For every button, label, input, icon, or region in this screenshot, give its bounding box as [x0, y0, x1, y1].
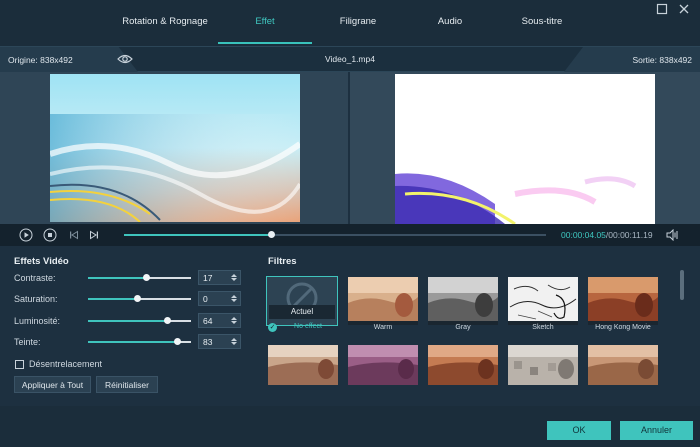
info-bar: Origine: 838x492 Video_1.mp4 Sortie: 838… [0, 46, 700, 72]
close-icon[interactable] [677, 3, 691, 17]
progress-handle[interactable] [268, 231, 275, 238]
filter-tile-sketch[interactable] [508, 277, 578, 325]
contrast-spinbox[interactable]: 17 [198, 270, 241, 285]
apply-all-button[interactable]: Appliquer à Tout [14, 376, 91, 393]
filter-tile[interactable] [268, 345, 338, 385]
brightness-spinbox[interactable]: 64 [198, 313, 241, 328]
brightness-label: Luminosité: [14, 316, 61, 326]
filter-tile-no-effect[interactable]: Actuel [266, 276, 338, 326]
spin-up-icon[interactable] [231, 338, 237, 341]
contrast-slider-handle[interactable] [143, 274, 150, 281]
filter-tile[interactable] [428, 345, 498, 385]
output-resolution: Sortie: 838x492 [632, 55, 692, 65]
filter-label-hong-kong-movie: Hong Kong Movie [595, 324, 651, 331]
progress-fill [124, 234, 272, 236]
stop-icon[interactable] [43, 228, 57, 242]
playback-controls: 00:00:04.05/00:00:11.19 [0, 224, 700, 246]
current-time: 00:00:04.05 [561, 230, 606, 240]
saturation-label: Saturation: [14, 294, 58, 304]
original-video-frame [50, 74, 300, 222]
spin-down-icon[interactable] [231, 278, 237, 281]
total-time: /00:00:11.19 [605, 230, 653, 240]
volume-icon[interactable] [666, 228, 680, 242]
tab-audio[interactable]: Audio [403, 12, 497, 32]
filter-label-no-effect: No effect [294, 323, 322, 330]
brightness-slider-fill [88, 320, 168, 322]
spin-up-icon[interactable] [231, 317, 237, 320]
ok-button[interactable]: OK [547, 421, 611, 440]
filters-scrollbar-thumb[interactable] [680, 270, 684, 300]
contrast-slider-fill [88, 277, 147, 279]
next-frame-icon[interactable] [87, 228, 101, 242]
saturation-slider-handle[interactable] [134, 295, 141, 302]
active-tab-indicator [218, 42, 312, 44]
dialog-footer: OK Annuler [0, 406, 700, 447]
spin-down-icon[interactable] [231, 321, 237, 324]
time-readout: 00:00:04.05/00:00:11.19 [561, 230, 653, 240]
previous-frame-icon[interactable] [67, 228, 81, 242]
hue-value: 83 [203, 337, 213, 347]
hue-slider-fill [88, 341, 178, 343]
video-filename: Video_1.mp4 [325, 54, 375, 64]
preview-area [0, 72, 700, 224]
brightness-slider-handle[interactable] [164, 317, 171, 324]
filter-tile-warm[interactable] [348, 277, 418, 325]
deinterlace-label: Désentrelacement [29, 359, 103, 369]
filter-tile[interactable] [588, 345, 658, 385]
filter-label-warm: Warm [373, 324, 393, 331]
filter-tile-hong-kong-movie[interactable] [588, 277, 658, 325]
spin-down-icon[interactable] [231, 342, 237, 345]
hue-spinbox[interactable]: 83 [198, 334, 241, 349]
spin-up-icon[interactable] [231, 295, 237, 298]
tab-rotation-rognage[interactable]: Rotation & Rognage [118, 12, 212, 32]
current-caption: Actuel [269, 305, 335, 319]
spin-down-icon[interactable] [231, 299, 237, 302]
saturation-value: 0 [203, 294, 208, 304]
cancel-button[interactable]: Annuler [620, 421, 693, 440]
contrast-label: Contraste: [14, 273, 56, 283]
tab-sous-titre[interactable]: Sous-titre [495, 12, 589, 32]
contrast-value: 17 [203, 273, 213, 283]
tab-bar: Rotation & Rognage Effet Filigrane Audio… [0, 0, 700, 46]
filter-tile[interactable] [348, 345, 418, 385]
filter-tile[interactable] [508, 345, 578, 385]
filter-label-sketch: Sketch [532, 324, 554, 331]
filter-label-gray: Gray [455, 324, 471, 331]
video-effects-title: Effets Vidéo [14, 256, 69, 267]
play-icon[interactable] [19, 228, 33, 242]
hue-slider-handle[interactable] [174, 338, 181, 345]
check-icon: ✓ [268, 323, 277, 332]
hue-label: Teinte: [14, 337, 41, 347]
tab-effet[interactable]: Effet [218, 12, 312, 32]
reset-button[interactable]: Réinitialiser [96, 376, 158, 393]
tab-filigrane[interactable]: Filigrane [311, 12, 405, 32]
brightness-value: 64 [203, 316, 213, 326]
filters-title: Filtres [268, 256, 297, 267]
saturation-spinbox[interactable]: 0 [198, 291, 241, 306]
preview-divider [348, 72, 350, 224]
spin-up-icon[interactable] [231, 274, 237, 277]
output-video-frame [395, 74, 655, 224]
deinterlace-checkbox[interactable] [15, 360, 24, 369]
saturation-slider-fill [88, 298, 137, 300]
maximize-icon[interactable] [655, 3, 669, 17]
filter-tile-gray[interactable] [428, 277, 498, 325]
